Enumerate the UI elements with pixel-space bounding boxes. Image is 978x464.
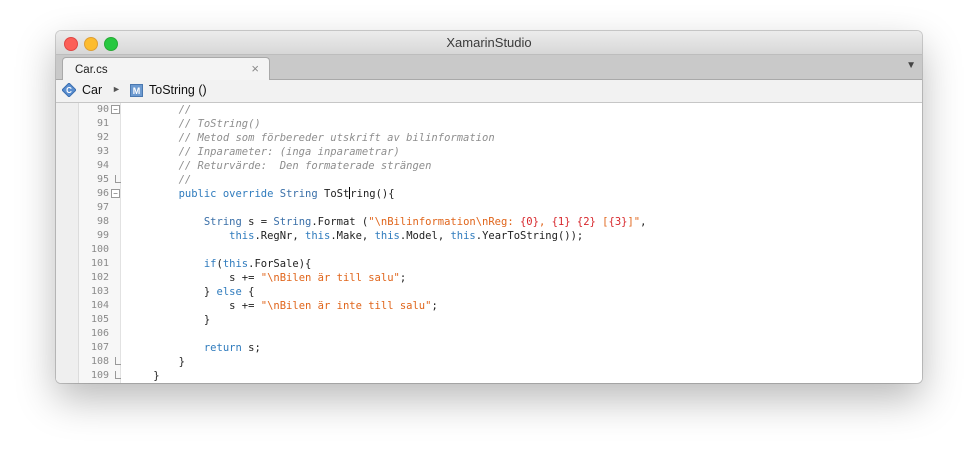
line-number: 90 <box>96 104 109 115</box>
code-text: } <box>128 356 185 368</box>
ide-window: XamarinStudio Car.cs × ▼ C Car ► M ToStr… <box>56 31 922 383</box>
code-text: String s = String.Format ("\nBilinformat… <box>203 216 647 228</box>
line-number: 106 <box>90 328 109 339</box>
line-number: 96 <box>96 188 109 199</box>
code-line[interactable]: 95 // <box>56 173 922 187</box>
title-bar[interactable]: XamarinStudio <box>56 31 922 55</box>
path-bar: C Car ► M ToString () <box>56 80 922 103</box>
tab-close-icon[interactable]: × <box>251 61 259 76</box>
fold-end-marker <box>115 357 121 365</box>
code-line[interactable]: 99 this.RegNr, this.Make, this.Model, th… <box>56 229 922 243</box>
line-number: 95 <box>96 174 109 185</box>
code-line[interactable]: 91 // ToString() <box>56 117 922 131</box>
breadcrumb-separator-icon: ► <box>112 84 121 94</box>
code-line[interactable]: 93 // Inparameter: (inga inparametrar) <box>56 145 922 159</box>
code-line[interactable]: 90− // <box>56 103 922 117</box>
tab-car-cs[interactable]: Car.cs × <box>62 57 270 80</box>
line-number: 105 <box>90 314 109 325</box>
code-text: // <box>128 174 192 186</box>
fold-end-marker <box>115 371 121 379</box>
code-line[interactable]: 106 <box>56 327 922 341</box>
line-number: 99 <box>96 230 109 241</box>
tab-bar: Car.cs × ▼ <box>56 55 922 80</box>
line-number: 104 <box>90 300 109 311</box>
line-number: 100 <box>90 244 109 255</box>
class-icon: C <box>62 83 76 97</box>
code-text: // <box>128 104 192 116</box>
code-text: public override String ToString(){ <box>178 187 395 200</box>
code-line[interactable]: 105 } <box>56 313 922 327</box>
line-number: 98 <box>96 216 109 227</box>
code-text: } <box>128 314 211 326</box>
line-number: 107 <box>90 342 109 353</box>
code-text: this.RegNr, this.Make, this.Model, this.… <box>229 230 584 242</box>
fold-end-marker <box>115 175 121 183</box>
line-number: 92 <box>96 132 109 143</box>
code-editor[interactable]: 90− //91 // ToString() 92 // Metod som fö… <box>56 103 922 383</box>
line-number: 94 <box>96 160 109 171</box>
code-line[interactable]: 97 <box>56 201 922 215</box>
line-number: 109 <box>90 370 109 381</box>
tab-list-dropdown-icon[interactable]: ▼ <box>906 60 916 71</box>
code-text: s += "\nBilen är inte till salu"; <box>128 300 438 312</box>
code-text: // Inparameter: (inga inparametrar) <box>128 146 400 158</box>
line-number: 108 <box>90 356 109 367</box>
code-line[interactable]: 98 String s = String.Format ("\nBilinfor… <box>56 215 922 229</box>
window-title: XamarinStudio <box>446 35 532 50</box>
code-text: // Returvärde: Den formaterade strängen <box>128 160 432 172</box>
code-line[interactable]: 101 if(this.ForSale){ <box>56 257 922 271</box>
fold-toggle-icon[interactable]: − <box>111 105 120 114</box>
line-number: 91 <box>96 118 109 129</box>
code-line[interactable]: 108 } <box>56 355 922 369</box>
code-line[interactable]: 102 s += "\nBilen är till salu"; <box>56 271 922 285</box>
code-text: // Metod som förbereder utskrift av bili… <box>128 132 495 144</box>
code-line[interactable]: 104 s += "\nBilen är inte till salu"; <box>56 299 922 313</box>
code-line[interactable]: 100 <box>56 243 922 257</box>
code-line[interactable]: 94 // Returvärde: Den formaterade sträng… <box>56 159 922 173</box>
line-number: 102 <box>90 272 109 283</box>
breadcrumb-method[interactable]: ToString () <box>149 83 207 97</box>
line-number: 101 <box>90 258 109 269</box>
code-line[interactable]: 92 // Metod som förbereder utskrift av b… <box>56 131 922 145</box>
line-number: 103 <box>90 286 109 297</box>
method-icon: M <box>130 84 143 97</box>
code-line[interactable]: 109 } <box>56 369 922 383</box>
code-line[interactable]: 107 return s; <box>56 341 922 355</box>
code-line[interactable]: 96− public override String ToString(){ <box>56 187 922 201</box>
tab-label: Car.cs <box>75 64 108 76</box>
code-text: return s; <box>203 342 261 354</box>
line-number: 97 <box>96 202 109 213</box>
code-text: } <box>128 370 160 382</box>
fold-toggle-icon[interactable]: − <box>111 189 120 198</box>
code-text: s += "\nBilen är till salu"; <box>128 272 407 284</box>
code-text: if(this.ForSale){ <box>203 258 312 270</box>
svg-text:C: C <box>66 86 72 95</box>
code-text: } else { <box>128 286 255 298</box>
line-number: 93 <box>96 146 109 157</box>
breadcrumb-class[interactable]: Car <box>82 83 102 97</box>
code-text: // ToString() <box>128 118 261 130</box>
code-line[interactable]: 103 } else { <box>56 285 922 299</box>
